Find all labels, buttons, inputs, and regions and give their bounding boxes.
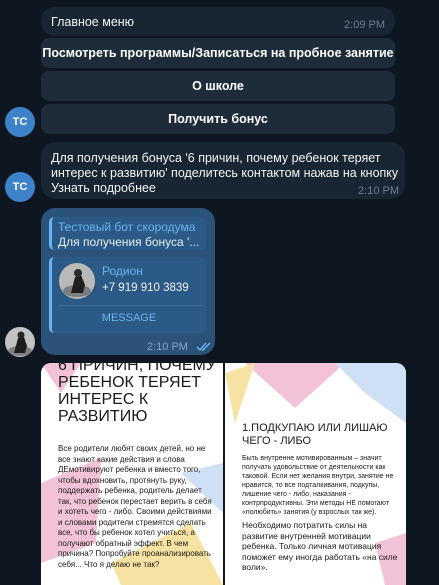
bonus-text: Для получения бонуса '6 причин, почему р… [51,151,398,196]
slide2-body-2: Необходимо потратить силы на развитие вн… [242,520,398,572]
bonus-time: 2:10 PM [358,185,399,197]
album-image-1[interactable]: 6 ПРИЧИН, ПОЧЕМУ РЕБЕНОК ТЕРЯЕТ ИНТЕРЕС … [41,363,223,585]
album-image-2[interactable]: 1.ПОДКУПАЮ ИЛИ ЛИШАЮ ЧЕГО - ЛИБО Быть вн… [225,363,406,585]
quote-text: Для получения бонуса '... [58,235,200,249]
slide2-body: Быть внутренне мотивированным – значит п… [242,455,394,516]
contact-photo-icon [59,263,95,299]
bonus-message: Для получения бонуса '6 причин, почему р… [41,142,405,199]
menu-title: Главное меню [51,15,135,29]
contact-message-button[interactable]: MESSAGE [52,312,206,324]
contact-card[interactable]: Родион +7 919 910 3839 MESSAGE [49,257,206,333]
bonus-text-line-1: Для получения бонуса '6 причин, почему р… [51,151,381,165]
contact-divider [59,305,203,306]
menu-time: 2:09 PM [344,19,385,31]
get-bonus-button[interactable]: Получить бонус [41,104,395,134]
bonus-text-line-2: интерес к развитию' поделитесь контактом… [51,166,399,180]
slide2-heading: 1.ПОДКУПАЮ ИЛИ ЛИШАЮ ЧЕГО - ЛИБО [242,422,388,447]
quote-author: Тестовый бот скородума [58,220,196,234]
user-photo-icon [5,327,35,357]
slide1-heading: 6 ПРИЧИН, ПОЧЕМУ РЕБЕНОК ТЕРЯЕТ ИНТЕРЕС … [58,363,217,425]
bot-avatar[interactable]: TC [5,107,35,137]
contact-name: Родион [102,264,143,278]
contact-reply-message: Тестовый бот скородума Для получения бон… [41,208,215,355]
bonus-text-line-3: Узнать подробнее [51,181,156,195]
reply-quote[interactable]: Тестовый бот скородума Для получения бон… [49,217,206,250]
reply-time: 2:10 PM [147,341,188,353]
user-avatar[interactable] [5,327,35,357]
contact-phone: +7 919 910 3839 [102,282,189,294]
about-school-button[interactable]: О школе [41,71,395,101]
bot-avatar-2[interactable]: TC [5,172,35,202]
programs-button[interactable]: Посмотреть программы/Записаться на пробн… [41,38,395,68]
slide1-body: Все родители любят своих детей, но не вс… [58,444,212,569]
menu-message: Главное меню 2:09 PM [41,7,395,36]
double-check-icon [196,342,211,351]
contact-avatar [59,263,95,299]
